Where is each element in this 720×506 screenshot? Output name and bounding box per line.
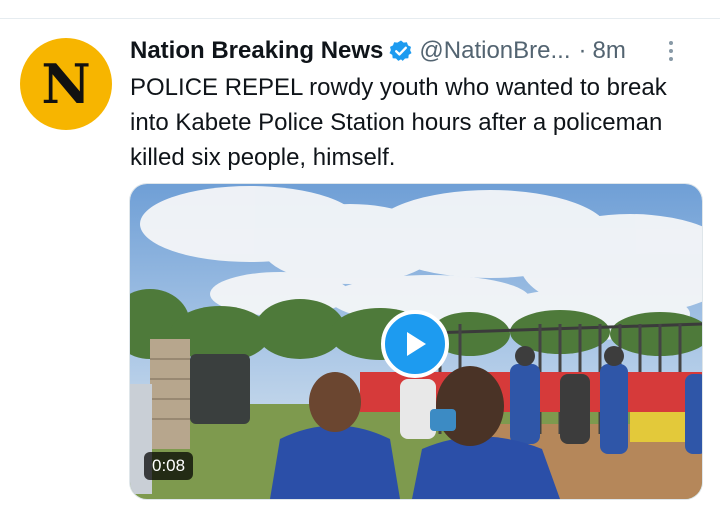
more-vertical-icon[interactable] bbox=[660, 38, 682, 64]
separator-dot: · bbox=[578, 37, 587, 64]
play-icon bbox=[407, 332, 426, 356]
play-button[interactable] bbox=[381, 310, 449, 378]
video-duration: 0:08 bbox=[144, 452, 194, 480]
avatar-letter: N bbox=[41, 52, 91, 116]
handle[interactable]: @NationBre... bbox=[419, 37, 570, 65]
tweet-header: Nation Breaking News @NationBre... · 8m bbox=[130, 34, 700, 68]
tweet-text: POLICE REPEL rowdy youth who wanted to b… bbox=[130, 74, 667, 171]
timestamp[interactable]: 8m bbox=[593, 37, 626, 65]
tweet-card[interactable]: N Nation Breaking News @NationBre... · 8… bbox=[0, 0, 720, 506]
divider bbox=[0, 18, 720, 19]
video-media[interactable]: 0:08 bbox=[129, 183, 703, 500]
avatar[interactable]: N bbox=[20, 38, 112, 130]
display-name[interactable]: Nation Breaking News bbox=[130, 37, 383, 65]
verified-badge-icon bbox=[389, 39, 413, 63]
